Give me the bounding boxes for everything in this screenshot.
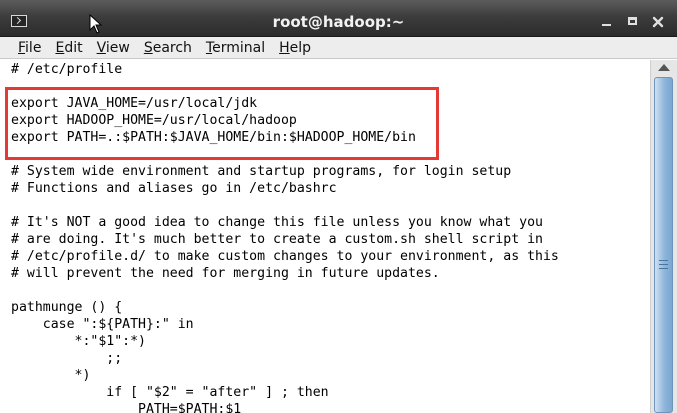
- menu-accelerator: H: [279, 39, 290, 56]
- terminal-line: # System wide environment and startup pr…: [11, 164, 512, 179]
- terminal-line: pathmunge () {: [11, 300, 123, 315]
- menu-accelerator: F: [18, 39, 26, 56]
- menu-search[interactable]: Search: [144, 39, 192, 57]
- menu-label: erminal: [212, 39, 266, 56]
- terminal-line: if [ "$2" = "after" ] ; then: [11, 385, 329, 400]
- terminal-line: # Functions and aliases go in /etc/bashr…: [11, 181, 337, 196]
- menu-accelerator: E: [55, 39, 65, 56]
- terminal-line: # are doing. It's much better to create …: [11, 232, 543, 247]
- menu-terminal[interactable]: Terminal: [206, 39, 265, 57]
- terminal-line: # /etc/profile.d/ to make custom changes…: [11, 249, 559, 264]
- title-bar[interactable]: root@hadoop:~: [0, 0, 677, 37]
- scrollbar-grip: [659, 264, 668, 265]
- scrollbar-grip: [659, 260, 668, 261]
- highlight-annotation-box: [5, 87, 439, 160]
- menu-label: ile: [25, 39, 42, 56]
- menu-label: earch: [152, 39, 192, 56]
- vertical-scrollbar[interactable]: [650, 60, 677, 413]
- menu-file[interactable]: File: [18, 39, 41, 57]
- scrollbar-grip: [659, 268, 668, 269]
- terminal-line: # It's NOT a good idea to change this fi…: [11, 215, 543, 230]
- terminal-line: *): [11, 368, 91, 383]
- maximize-button[interactable]: [623, 15, 641, 29]
- menu-label: iew: [105, 39, 130, 56]
- menu-edit[interactable]: Edit: [55, 39, 82, 57]
- terminal-line: # /etc/profile: [11, 62, 123, 77]
- menu-label: elp: [289, 39, 312, 56]
- terminal-line: *:"$1":*): [11, 334, 146, 349]
- scroll-up-arrow-icon[interactable]: [658, 64, 670, 71]
- menu-accelerator: S: [143, 39, 153, 56]
- menu-accelerator: V: [96, 39, 106, 56]
- terminal-line: case ":${PATH}:" in: [11, 317, 194, 332]
- scrollbar-thumb[interactable]: [654, 77, 673, 413]
- menu-label: dit: [64, 39, 83, 56]
- terminal-line: ;;: [11, 351, 123, 366]
- terminal-line: # will prevent the need for merging in f…: [11, 266, 440, 281]
- close-icon: [652, 16, 664, 28]
- menu-view[interactable]: View: [97, 39, 130, 57]
- minimize-button[interactable]: [597, 15, 615, 29]
- close-button[interactable]: [649, 15, 667, 29]
- terminal-line: PATH=$PATH:$1: [11, 402, 242, 413]
- menu-help[interactable]: Help: [279, 39, 311, 57]
- menu-bar: File Edit View Search Terminal Help: [0, 37, 677, 59]
